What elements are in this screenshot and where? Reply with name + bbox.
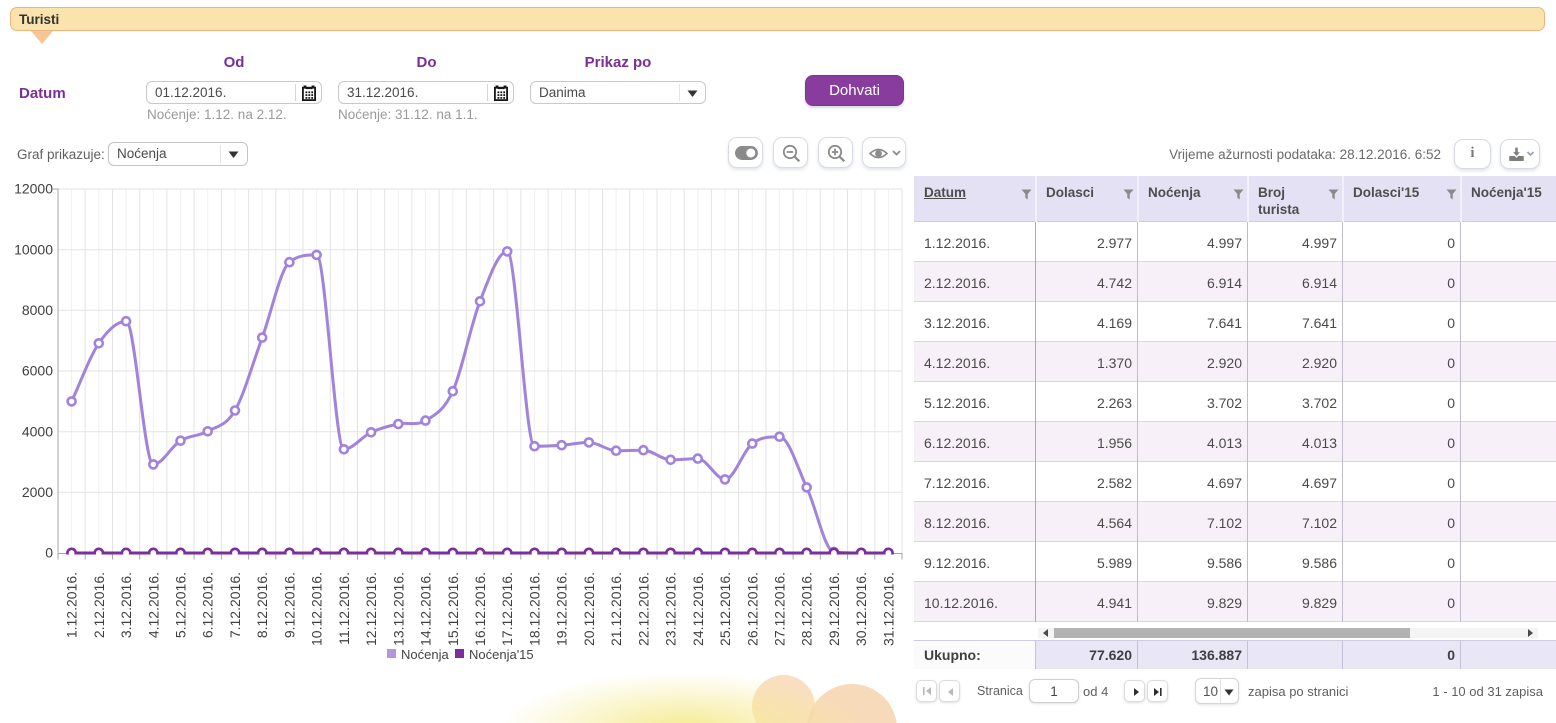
svg-text:8.12.2016.: 8.12.2016. [254, 572, 270, 638]
svg-text:27.12.2016.: 27.12.2016. [772, 572, 788, 646]
svg-text:7.12.2016.: 7.12.2016. [227, 572, 243, 638]
svg-text:24.12.2016.: 24.12.2016. [690, 572, 706, 646]
svg-text:6.12.2016.: 6.12.2016. [200, 572, 216, 638]
svg-text:17.12.2016.: 17.12.2016. [499, 572, 515, 646]
svg-text:Noćenja'15: Noćenja'15 [469, 647, 534, 662]
svg-text:13.12.2016.: 13.12.2016. [390, 572, 406, 646]
svg-text:31.12.2016.: 31.12.2016. [880, 572, 896, 646]
svg-text:28.12.2016.: 28.12.2016. [799, 572, 815, 646]
svg-text:21.12.2016.: 21.12.2016. [608, 572, 624, 646]
svg-text:14.12.2016.: 14.12.2016. [418, 572, 434, 646]
svg-text:8000: 8000 [22, 302, 53, 318]
svg-text:15.12.2016.: 15.12.2016. [445, 572, 461, 646]
svg-text:30.12.2016.: 30.12.2016. [853, 572, 869, 646]
svg-text:25.12.2016.: 25.12.2016. [717, 572, 733, 646]
svg-text:4.12.2016.: 4.12.2016. [145, 572, 161, 638]
svg-text:16.12.2016.: 16.12.2016. [472, 572, 488, 646]
svg-text:12000: 12000 [14, 181, 53, 197]
svg-text:11.12.2016.: 11.12.2016. [336, 572, 352, 645]
svg-text:10.12.2016.: 10.12.2016. [309, 572, 325, 646]
svg-text:23.12.2016.: 23.12.2016. [663, 572, 679, 646]
svg-text:4000: 4000 [22, 423, 53, 439]
svg-text:3.12.2016.: 3.12.2016. [118, 572, 134, 638]
svg-text:2000: 2000 [22, 484, 53, 500]
svg-text:20.12.2016.: 20.12.2016. [581, 572, 597, 646]
svg-text:12.12.2016.: 12.12.2016. [363, 572, 379, 646]
svg-text:19.12.2016.: 19.12.2016. [554, 572, 570, 646]
svg-text:22.12.2016.: 22.12.2016. [635, 572, 651, 646]
svg-text:18.12.2016.: 18.12.2016. [527, 572, 543, 646]
svg-text:29.12.2016.: 29.12.2016. [826, 572, 842, 646]
svg-text:1.12.2016.: 1.12.2016. [64, 572, 80, 638]
svg-text:9.12.2016.: 9.12.2016. [281, 572, 297, 638]
svg-text:6000: 6000 [22, 363, 53, 379]
svg-text:Noćenja: Noćenja [401, 647, 449, 662]
svg-text:26.12.2016.: 26.12.2016. [744, 572, 760, 646]
svg-text:5.12.2016.: 5.12.2016. [173, 572, 189, 638]
svg-text:10000: 10000 [14, 241, 53, 257]
svg-text:0: 0 [45, 545, 53, 561]
svg-text:2.12.2016.: 2.12.2016. [91, 572, 107, 638]
